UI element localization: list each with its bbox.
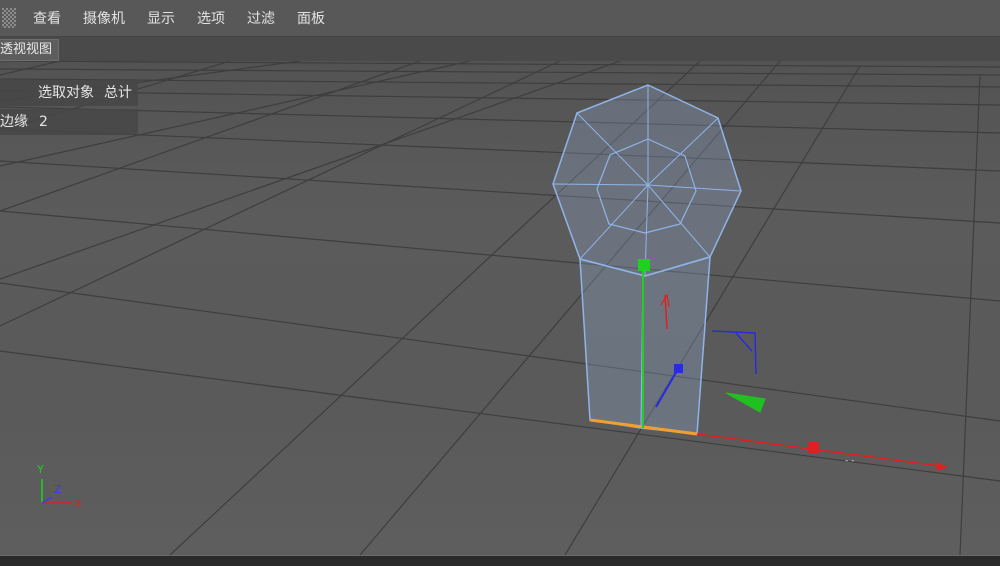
hud-selection-row: 选取对象 总计 bbox=[0, 80, 138, 106]
axis-label-y: Y bbox=[36, 463, 44, 476]
hud-selection-label: 选取对象 bbox=[38, 85, 94, 101]
hud-edges-value: 2 bbox=[39, 114, 48, 130]
menu-filter[interactable]: 过滤 bbox=[236, 8, 286, 28]
menu-panel[interactable]: 面板 bbox=[286, 8, 336, 28]
axis-orientation-icon: Y Z X bbox=[36, 463, 82, 510]
hud-edges-label: 边缘 bbox=[0, 114, 28, 130]
menu-camera[interactable]: 摄像机 bbox=[72, 8, 136, 28]
menu-options[interactable]: 选项 bbox=[186, 8, 236, 28]
hud-edges-row: 边缘 2 bbox=[0, 109, 138, 135]
gizmo-x-handle bbox=[808, 442, 819, 453]
axis-label-x: X bbox=[74, 497, 82, 510]
tab-perspective-view[interactable]: 透视视图 bbox=[0, 39, 60, 61]
perspective-viewport[interactable]: - - 选取对象 总计 边缘 2 Y Z X bbox=[0, 61, 1000, 555]
viewport-tab-strip: 透视视图 bbox=[0, 37, 1000, 62]
svg-text:- -: - - bbox=[845, 456, 854, 466]
viewport-scene[interactable]: - - bbox=[0, 61, 1000, 555]
menu-bar: 查看 摄像机 显示 选项 过滤 面板 bbox=[0, 0, 1000, 37]
menu-view[interactable]: 查看 bbox=[22, 8, 72, 28]
floor-grid bbox=[0, 61, 1000, 555]
status-bar bbox=[0, 555, 1000, 566]
gizmo-xy-plane-handle bbox=[725, 392, 766, 413]
gizmo-z-handle bbox=[674, 364, 683, 373]
drag-handle-icon[interactable] bbox=[2, 8, 16, 28]
axis-label-z: Z bbox=[54, 483, 62, 496]
menu-display[interactable]: 显示 bbox=[136, 8, 186, 28]
gizmo-xz-plane-handle bbox=[711, 330, 757, 375]
gizmo-y-handle bbox=[638, 259, 650, 271]
hud-selection-value: 总计 bbox=[104, 85, 132, 101]
